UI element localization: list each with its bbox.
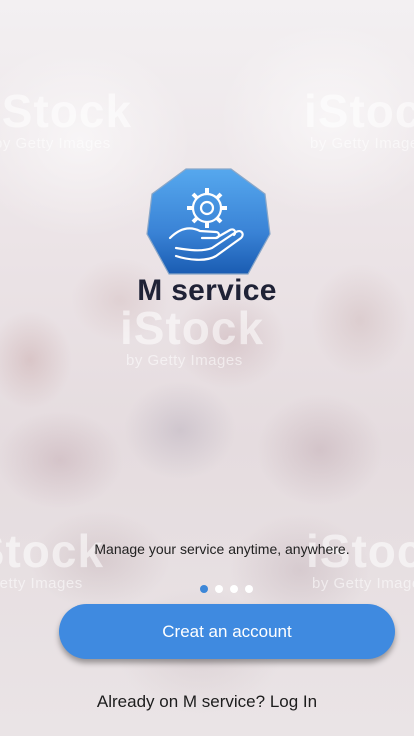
tagline: Manage your service anytime, anywhere. (94, 541, 350, 557)
watermark: iStockby Getty Images (0, 85, 133, 152)
watermark: iStockby Getty Images (0, 525, 105, 592)
login-row: Already on M service? Log In (0, 692, 414, 712)
welcome-screen: iStockby Getty Images iStockby Getty Ima… (0, 0, 414, 736)
login-link[interactable]: Log In (270, 692, 317, 711)
page-dot[interactable] (245, 585, 253, 593)
login-prompt: Already on M service? (96, 692, 266, 711)
watermark: iStockby Getty Images (120, 302, 265, 369)
app-title: M service (137, 274, 277, 307)
app-logo (146, 168, 271, 275)
page-dot-active[interactable] (200, 585, 208, 593)
watermark: iStockby Getty Images (306, 525, 414, 592)
create-account-button[interactable]: Creat an account (59, 604, 395, 659)
page-indicator (200, 585, 253, 593)
watermark: iStockby Getty Images (304, 85, 414, 152)
page-dot[interactable] (230, 585, 238, 593)
page-dot[interactable] (215, 585, 223, 593)
